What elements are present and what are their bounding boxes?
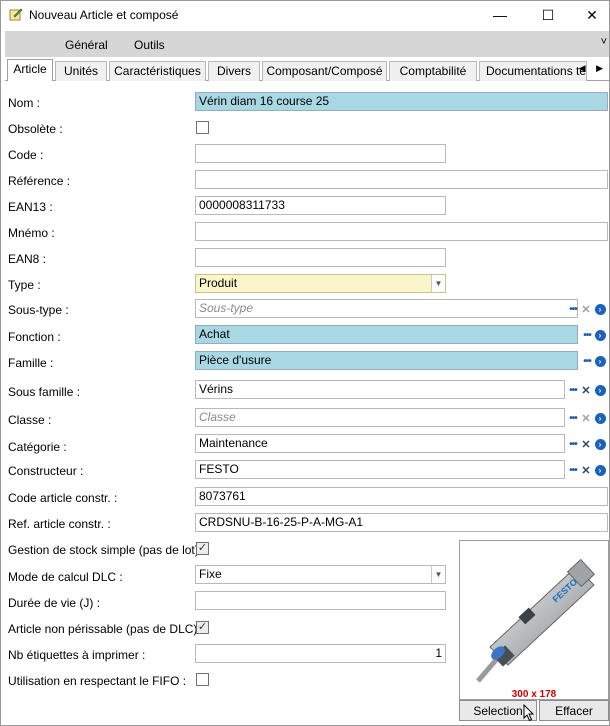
pneumatic-cylinder-image: FESTO <box>476 558 596 683</box>
reference-input[interactable] <box>195 170 608 189</box>
ean8-input[interactable] <box>195 248 446 267</box>
close-button[interactable]: ✕ <box>569 1 610 29</box>
ribbon-tab-general[interactable]: Général <box>65 38 108 52</box>
obsolete-checkbox[interactable] <box>196 121 209 134</box>
famille-browse-icon[interactable]: ••• <box>581 353 593 369</box>
label-code: Code : <box>8 148 44 162</box>
label-reference: Référence : <box>8 174 71 188</box>
image-size-caption: 300 x 178 <box>511 689 557 700</box>
title-bar: Nouveau Article et composé — ☐ ✕ <box>1 1 609 29</box>
product-image-frame: FESTO <box>459 540 609 700</box>
label-fonction: Fonction : <box>8 330 61 344</box>
code-input[interactable] <box>195 144 446 163</box>
tab-unites[interactable]: Unités <box>55 61 107 81</box>
duree-vie-input[interactable] <box>195 591 446 610</box>
maximize-button[interactable]: ☐ <box>525 1 571 29</box>
sous-type-browse-icon[interactable]: ••• <box>567 301 579 317</box>
chevron-down-icon[interactable]: ▼ <box>431 566 445 583</box>
window-title: Nouveau Article et composé <box>29 8 179 22</box>
classe-browse-icon[interactable]: ••• <box>567 410 579 426</box>
ref-constr-input[interactable]: CRDSNU-B-16-25-P-A-MG-A1 <box>195 513 608 532</box>
label-gestion-stock: Gestion de stock simple (pas de lot) : <box>8 543 206 557</box>
mode-dlc-value: Fixe <box>199 567 222 581</box>
label-ref-constr: Ref. article constr. : <box>8 517 111 531</box>
categorie-clear-icon[interactable]: ✕ <box>580 436 592 452</box>
constructeur-clear-icon[interactable]: ✕ <box>580 462 592 478</box>
tab-documentations[interactable]: Documentations tech <box>479 61 587 81</box>
tab-strip: Article Unités Caractéristiques Divers C… <box>5 59 609 81</box>
constructeur-input[interactable]: FESTO <box>195 460 565 479</box>
mnemo-input[interactable] <box>195 222 608 241</box>
sous-type-open-icon[interactable]: › <box>594 303 606 315</box>
type-value: Produit <box>199 276 238 290</box>
constructeur-open-icon[interactable]: › <box>594 464 606 476</box>
non-perissable-checkbox[interactable]: ✓ <box>196 621 209 634</box>
label-famille: Famille : <box>8 356 54 370</box>
label-fifo: Utilisation en respectant le FIFO : <box>8 674 187 688</box>
sous-type-clear-icon[interactable]: ✕ <box>580 301 592 317</box>
gestion-stock-checkbox[interactable]: ✓ <box>196 542 209 555</box>
sous-famille-input[interactable]: Vérins <box>195 380 565 399</box>
ribbon-collapse-icon[interactable]: ˅ <box>601 36 607 48</box>
label-mnemo: Mnémo : <box>8 226 55 240</box>
famille-open-icon[interactable]: › <box>594 355 606 367</box>
label-sous-type: Sous-type : <box>8 303 69 317</box>
label-duree-vie: Durée de vie (J) : <box>8 596 101 610</box>
tab-comptabilite[interactable]: Comptabilité <box>389 61 477 81</box>
label-ean13: EAN13 : <box>8 200 53 214</box>
article-window: Nouveau Article et composé — ☐ ✕ Général… <box>0 0 610 726</box>
label-nb-etiquettes: Nb étiquettes à imprimer : <box>8 648 146 662</box>
fonction-browse-icon[interactable]: ••• <box>581 327 593 343</box>
nom-input[interactable]: Vérin diam 16 course 25 <box>195 92 608 111</box>
tab-article[interactable]: Article <box>7 59 53 81</box>
tab-divers[interactable]: Divers <box>208 61 260 81</box>
label-ean8: EAN8 : <box>8 252 47 266</box>
ean13-input[interactable]: 0000008311733 <box>195 196 446 215</box>
label-code-constr: Code article constr. : <box>8 491 118 505</box>
ribbon-tab-outils[interactable]: Outils <box>134 38 165 52</box>
label-classe: Classe : <box>8 413 52 427</box>
categorie-browse-icon[interactable]: ••• <box>567 436 579 452</box>
clear-image-button[interactable]: Effacer <box>539 700 609 721</box>
type-select[interactable]: Produit ▼ <box>195 274 446 293</box>
fonction-open-icon[interactable]: › <box>594 329 606 341</box>
edit-pencil-icon <box>9 8 23 21</box>
classe-input[interactable]: Classe <box>195 408 565 427</box>
nb-etiquettes-input[interactable]: 1 <box>195 644 446 663</box>
classe-open-icon[interactable]: › <box>594 412 606 424</box>
label-sous-famille: Sous famille : <box>8 385 81 399</box>
classe-clear-icon[interactable]: ✕ <box>580 410 592 426</box>
code-constr-input[interactable]: 8073761 <box>195 487 608 506</box>
mouse-cursor-icon <box>523 704 535 722</box>
tab-caracteristiques[interactable]: Caractéristiques <box>109 61 206 81</box>
label-mode-dlc: Mode de calcul DLC : <box>8 570 123 584</box>
fonction-input[interactable]: Achat <box>195 325 578 344</box>
ribbon-bar: Général Outils ˅ <box>5 31 609 57</box>
label-constructeur: Constructeur : <box>8 464 84 478</box>
chevron-down-icon[interactable]: ▼ <box>431 275 445 292</box>
mode-dlc-select[interactable]: Fixe ▼ <box>195 565 446 584</box>
sous-famille-clear-icon[interactable]: ✕ <box>580 382 592 398</box>
famille-input[interactable]: Pièce d'usure <box>195 351 578 370</box>
label-type: Type : <box>8 278 41 292</box>
label-non-perissable: Article non périssable (pas de DLC) : <box>8 622 205 636</box>
label-nom: Nom : <box>8 96 41 110</box>
sous-famille-open-icon[interactable]: › <box>594 384 606 396</box>
tab-scroll-arrows-icon[interactable]: ◀ ▶ <box>579 63 607 74</box>
categorie-open-icon[interactable]: › <box>594 438 606 450</box>
sous-type-input[interactable]: Sous-type <box>195 299 578 318</box>
categorie-input[interactable]: Maintenance <box>195 434 565 453</box>
minimize-button[interactable]: — <box>477 1 523 29</box>
fifo-checkbox[interactable] <box>196 673 209 686</box>
label-categorie: Catégorie : <box>8 440 67 454</box>
label-obsolete: Obsolète : <box>8 122 63 136</box>
tab-composant-compose[interactable]: Composant/Composé <box>262 61 387 81</box>
constructeur-browse-icon[interactable]: ••• <box>567 462 579 478</box>
sous-famille-browse-icon[interactable]: ••• <box>567 382 579 398</box>
